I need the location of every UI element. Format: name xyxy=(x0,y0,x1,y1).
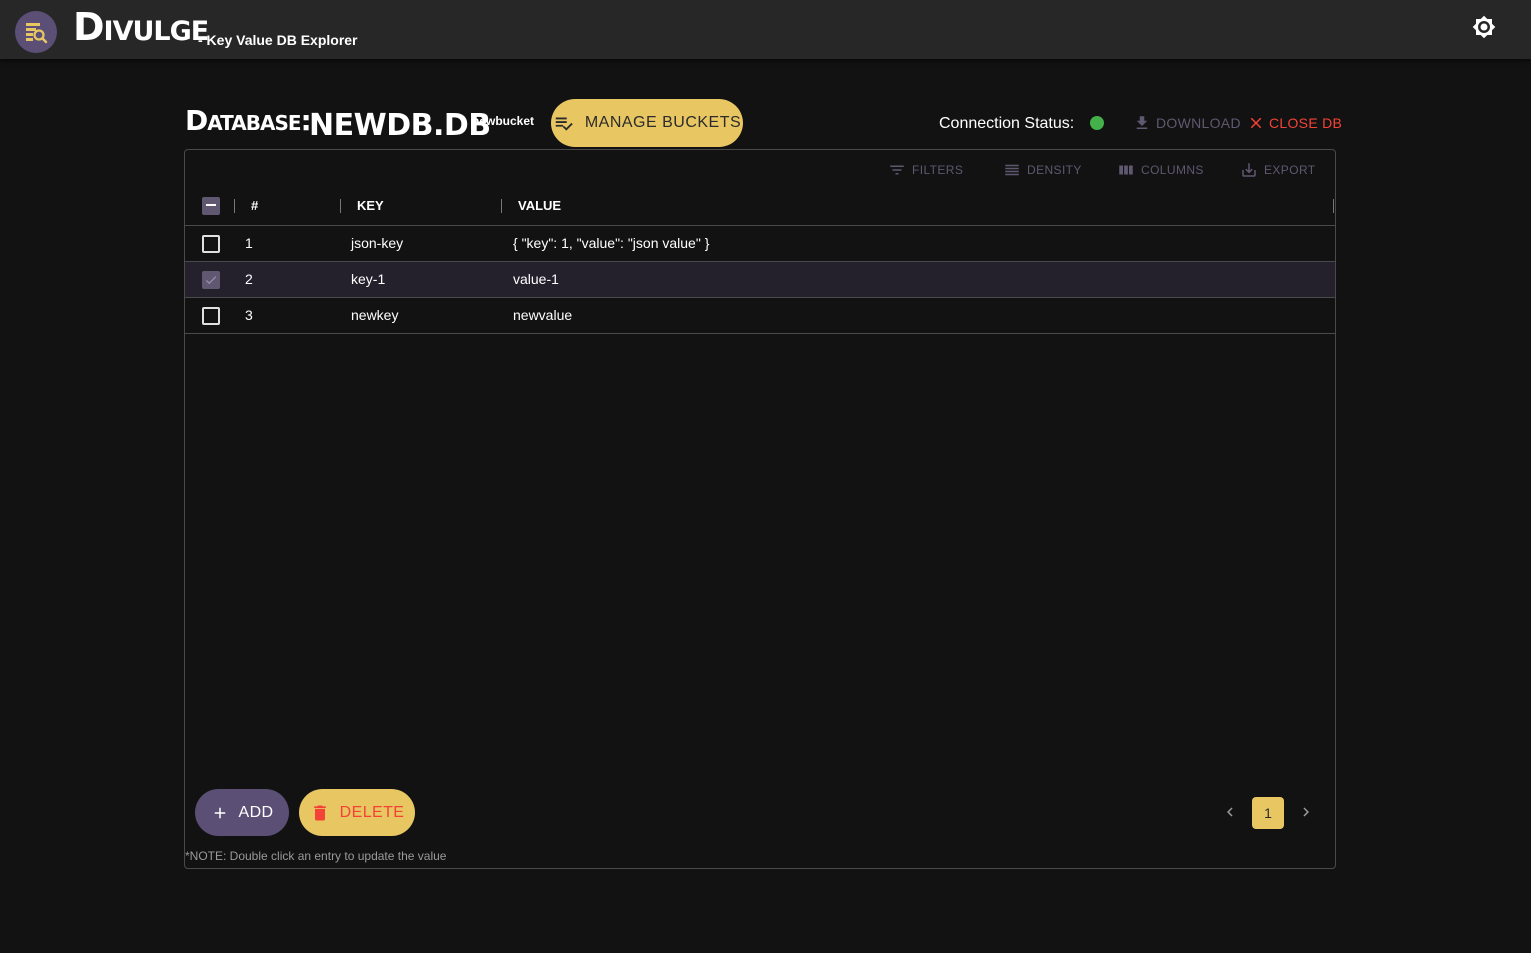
manage-buckets-button[interactable]: MANAGE BUCKETS xyxy=(551,99,743,147)
density-button[interactable]: DENSITY xyxy=(1003,161,1082,179)
app-logo xyxy=(15,11,57,53)
row-checkbox[interactable] xyxy=(202,307,220,325)
column-separator[interactable] xyxy=(1333,199,1334,213)
database-search-icon xyxy=(26,23,48,44)
download-icon xyxy=(1136,116,1148,129)
download-label: DOWNLOAD xyxy=(1156,115,1241,131)
app-subtitle: - Key Value DB Explorer xyxy=(198,32,358,48)
page-button-current[interactable]: 1 xyxy=(1252,797,1284,829)
previous-page-button[interactable] xyxy=(1221,803,1239,821)
filters-button[interactable]: FILTERS xyxy=(888,161,963,179)
column-separator[interactable] xyxy=(501,199,502,213)
row-number: 3 xyxy=(245,307,253,323)
close-db-button[interactable]: CLOSE DB xyxy=(1247,113,1342,133)
column-separator[interactable] xyxy=(340,199,341,213)
add-label: ADD xyxy=(238,803,274,821)
next-page-button[interactable] xyxy=(1297,803,1315,821)
row-checkbox[interactable] xyxy=(202,271,220,289)
table-header: # KEY VALUE xyxy=(185,188,1335,226)
columns-label: COLUMNS xyxy=(1141,163,1204,177)
trash-icon xyxy=(313,805,326,820)
select-all-checkbox[interactable] xyxy=(202,197,220,215)
filter-list-icon xyxy=(890,165,904,175)
row-value[interactable]: newvalue xyxy=(513,307,572,323)
density-icon xyxy=(1005,164,1019,176)
view-column-icon xyxy=(1119,165,1133,175)
data-grid: FILTERS DENSITY COLUMNS EXPORT # KEY VAL… xyxy=(184,149,1336,869)
export-button[interactable]: EXPORT xyxy=(1240,161,1316,179)
row-checkbox[interactable] xyxy=(202,235,220,253)
connection-status-indicator xyxy=(1090,116,1104,130)
database-name: NEWDB.DB xyxy=(309,108,491,143)
check-icon xyxy=(205,276,217,285)
connection-status-label: Connection Status: xyxy=(939,115,1075,132)
footer-note: *NOTE: Double click an entry to update t… xyxy=(185,849,447,863)
filters-label: FILTERS xyxy=(912,163,964,177)
column-separator[interactable] xyxy=(234,199,235,213)
chevron-left-icon xyxy=(1227,807,1233,817)
table-row[interactable]: 3 newkey newvalue xyxy=(185,298,1335,334)
plus-icon xyxy=(214,807,225,818)
delete-label: DELETE xyxy=(339,803,405,821)
database-label: Database: xyxy=(185,104,312,137)
app-title: Divulge xyxy=(73,5,209,49)
close-icon xyxy=(1250,117,1262,129)
delete-button[interactable]: DELETE xyxy=(299,789,415,836)
theme-toggle-button[interactable] xyxy=(1470,13,1498,41)
density-label: DENSITY xyxy=(1027,163,1082,177)
column-header-value[interactable]: VALUE xyxy=(518,198,561,213)
manage-buckets-label: MANAGE BUCKETS xyxy=(584,114,742,131)
download-button[interactable]: DOWNLOAD xyxy=(1133,113,1241,133)
column-header-key[interactable]: KEY xyxy=(357,198,384,213)
row-key[interactable]: key-1 xyxy=(351,271,385,287)
row-key[interactable]: newkey xyxy=(351,307,398,323)
chevron-right-icon xyxy=(1303,807,1309,817)
row-number: 2 xyxy=(245,271,253,287)
row-key[interactable]: json-key xyxy=(351,235,403,251)
app-bar: Divulge - Key Value DB Explorer xyxy=(0,0,1531,59)
brightness-icon xyxy=(1472,15,1496,39)
row-value[interactable]: { "key": 1, "value": "json value" } xyxy=(513,235,709,251)
bucket-name: newbucket xyxy=(472,114,535,128)
table-row[interactable]: 2 key-1 value-1 xyxy=(185,262,1335,298)
export-label: EXPORT xyxy=(1264,163,1316,177)
add-button[interactable]: ADD xyxy=(195,789,289,836)
column-header-number[interactable]: # xyxy=(251,198,258,213)
close-db-label: CLOSE DB xyxy=(1269,115,1343,131)
row-number: 1 xyxy=(245,235,253,251)
columns-button[interactable]: COLUMNS xyxy=(1117,161,1204,179)
table-row[interactable]: 1 json-key { "key": 1, "value": "json va… xyxy=(185,226,1335,262)
export-icon xyxy=(1242,163,1256,177)
row-value[interactable]: value-1 xyxy=(513,271,559,287)
playlist-check-icon xyxy=(555,117,573,131)
